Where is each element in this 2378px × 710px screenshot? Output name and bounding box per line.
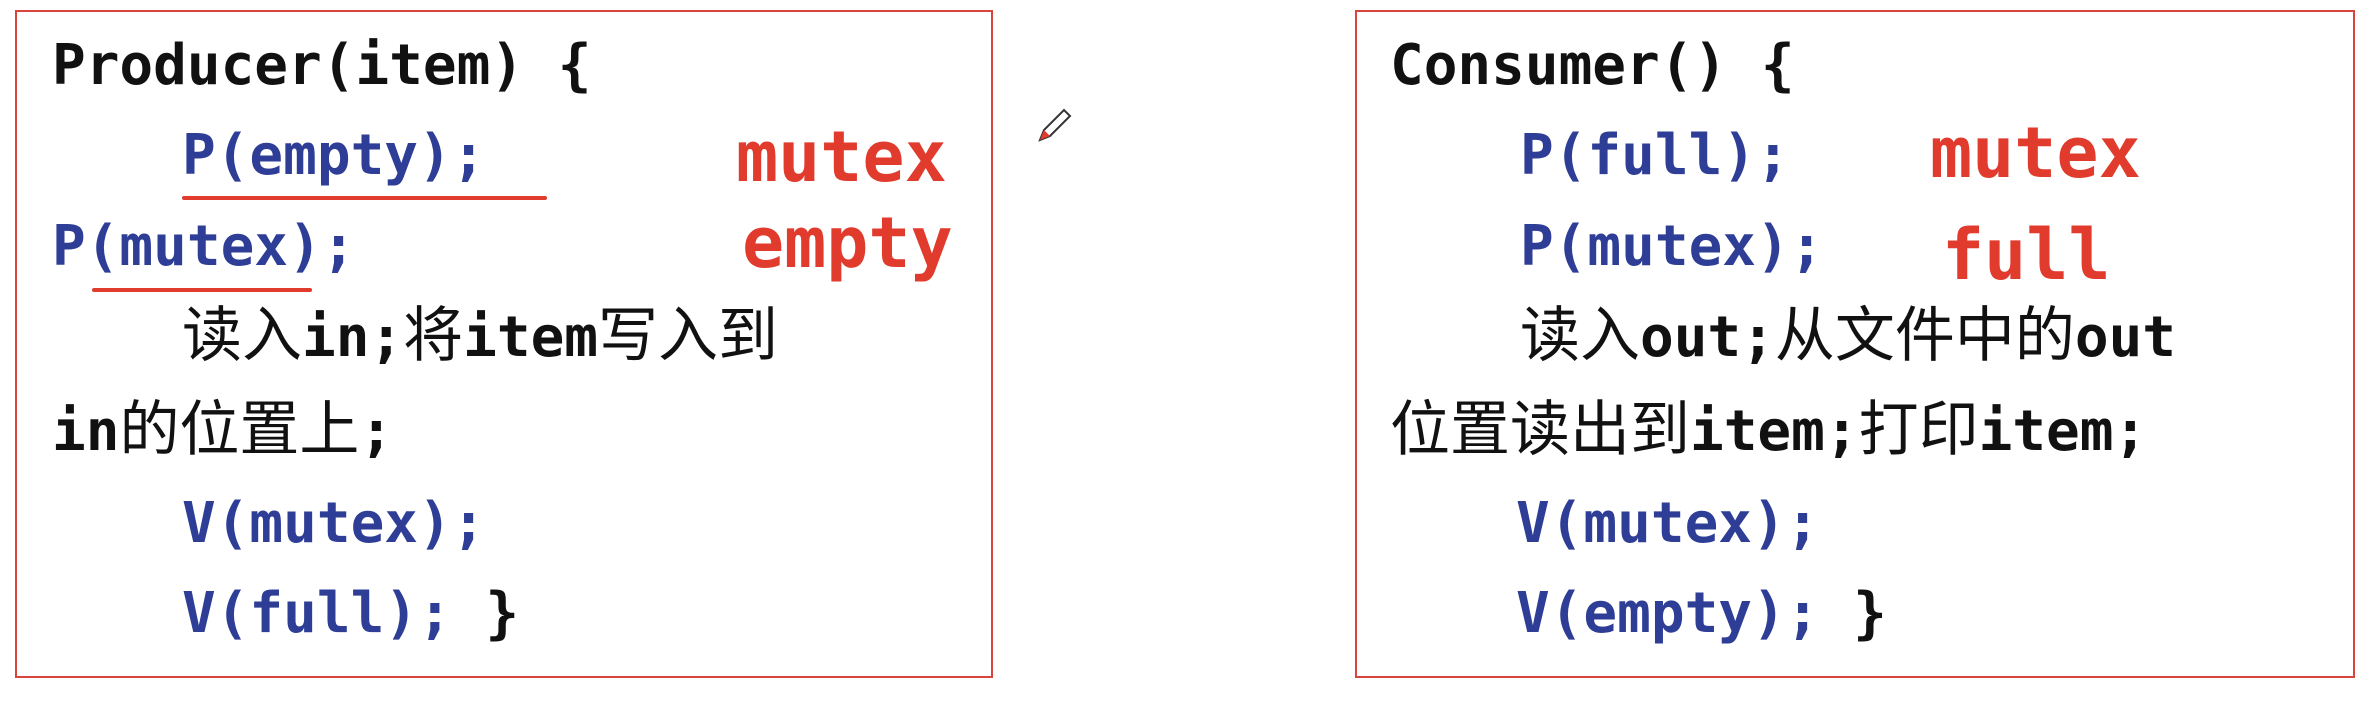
consumer-line3-code2: out (2074, 305, 2177, 370)
producer-p-empty: P(empty); (182, 123, 486, 188)
producer-v-full-line: V(full); } (182, 586, 519, 642)
producer-read-in-line: 读入in;将item写入到 (182, 306, 778, 366)
consumer-line3-cjk1: 读入 (1520, 301, 1640, 371)
producer-p-mutex-underline (92, 288, 312, 292)
consumer-header: Consumer() { (1390, 33, 1795, 98)
consumer-v-empty: V(empty); (1516, 581, 1820, 646)
consumer-p-mutex: P(mutex); (1520, 214, 1824, 279)
producer-line3-cjk2: 将 (403, 301, 464, 371)
consumer-line4-cjk2: 打印 (1858, 395, 1979, 465)
producer-position-line: in的位置上; (52, 400, 393, 460)
producer-annotation-mutex: mutex (736, 116, 947, 198)
consumer-v-empty-line: V(empty); } (1516, 586, 1887, 642)
consumer-p-full: P(full); (1520, 123, 1790, 188)
producer-p-mutex: P(mutex); (52, 214, 356, 279)
consumer-position-line: 位置读出到item;打印item; (1390, 400, 2147, 460)
producer-p-empty-underline (182, 196, 547, 200)
producer-line4-cjk: 的位置上 (119, 395, 360, 465)
producer-line3-cjk3: 写入到 (598, 301, 779, 371)
producer-line3-code1: in; (302, 305, 404, 370)
producer-v-full: V(full); (182, 581, 452, 646)
pen-icon (1038, 108, 1072, 142)
consumer-annotation-mutex: mutex (1930, 112, 2141, 194)
consumer-line4-cjk1: 位置读出到 (1390, 395, 1690, 465)
producer-line4-end: ; (359, 399, 394, 464)
producer-line3-cjk1: 读入 (182, 301, 302, 371)
producer-annotation-empty: empty (742, 202, 953, 284)
consumer-line3-code1: out; (1640, 305, 1775, 370)
consumer-line3-cjk2: 从文件中的 (1774, 301, 2075, 371)
producer-line4-code: in (52, 399, 120, 464)
producer-header: Producer(item) { (52, 33, 592, 98)
consumer-close-brace: } (1819, 581, 1887, 646)
consumer-v-mutex: V(mutex); (1516, 491, 1820, 556)
consumer-line4-code1: item; (1690, 399, 1859, 464)
producer-v-mutex: V(mutex); (182, 491, 486, 556)
consumer-annotation-full: full (1942, 214, 2111, 296)
consumer-read-out-line: 读入out;从文件中的out (1520, 306, 2176, 366)
consumer-line4-code2: item; (1978, 399, 2148, 464)
producer-close-brace: } (451, 581, 520, 646)
producer-line3-code2: item (463, 305, 599, 370)
